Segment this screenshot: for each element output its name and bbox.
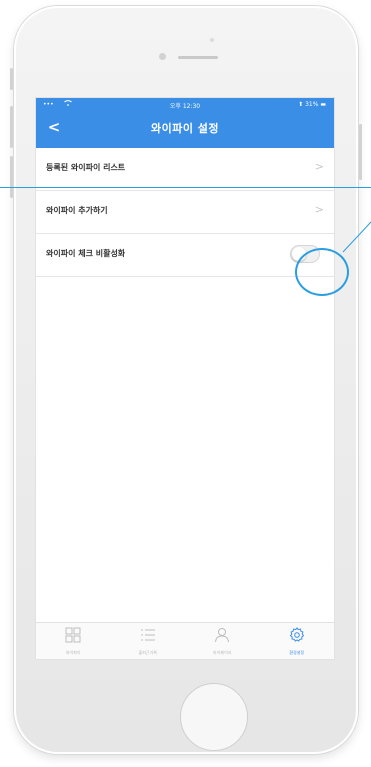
callout-highlight-circle (295, 248, 349, 296)
callout-leader-line (342, 221, 371, 253)
device-mockup: ••• 오후 12:30 ⬆ 31% ▬ < 와이파이 설정 등록된 와이파이 … (0, 0, 371, 767)
